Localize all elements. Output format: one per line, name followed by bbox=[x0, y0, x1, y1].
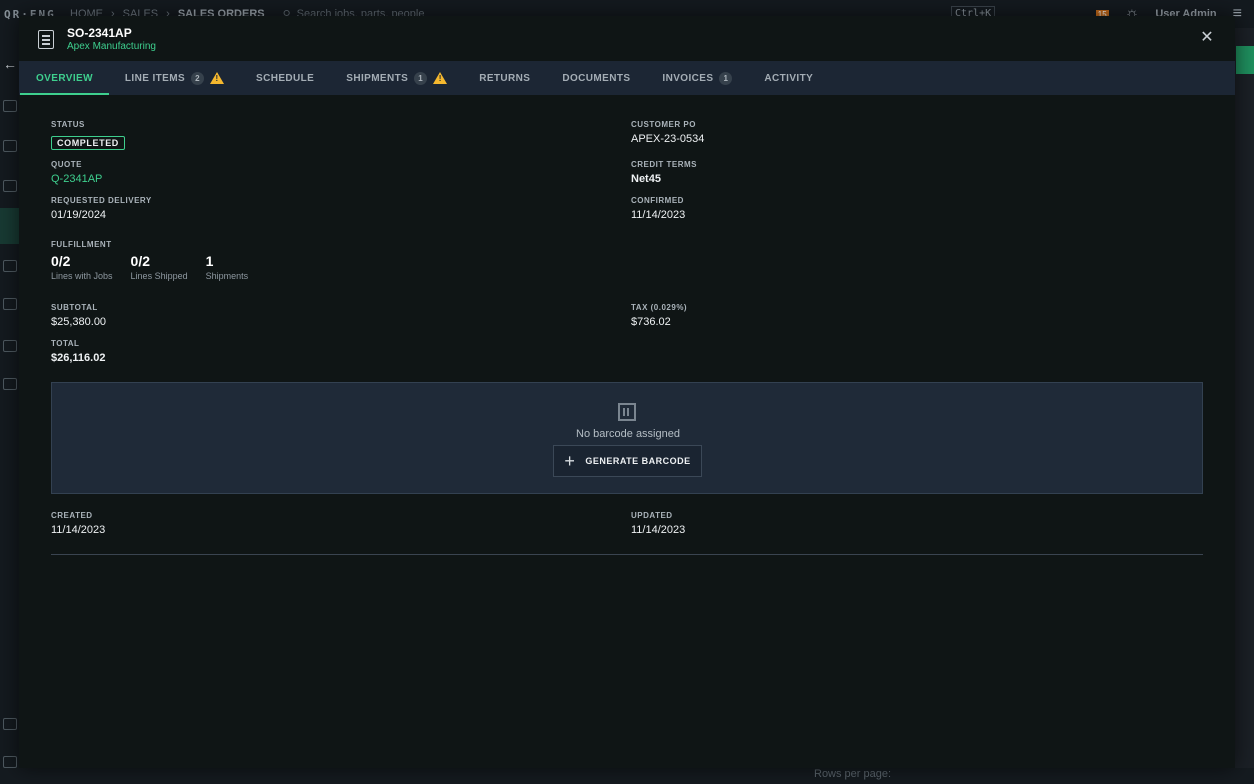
fulfillment-field: FULFILLMENT 0/2 Lines with Jobs 0/2 Line… bbox=[51, 240, 248, 281]
tab-documents[interactable]: DOCUMENTS bbox=[546, 61, 646, 95]
total-label: TOTAL bbox=[51, 339, 80, 348]
created-value: 11/14/2023 bbox=[51, 524, 106, 536]
tab-label: RETURNS bbox=[479, 72, 531, 84]
updated-label: UPDATED bbox=[631, 511, 673, 520]
warning-icon bbox=[433, 72, 448, 84]
barcode-panel: No barcode assigned + GENERATE BARCODE bbox=[51, 382, 1203, 494]
close-icon[interactable]: ✕ bbox=[1199, 30, 1215, 46]
subtotal-label: SUBTOTAL bbox=[51, 303, 98, 312]
tab-count-badge: 1 bbox=[719, 71, 733, 85]
tab-invoices[interactable]: INVOICES 1 bbox=[646, 61, 748, 95]
background-primary-button[interactable] bbox=[1236, 46, 1254, 74]
modal-title: SO-2341AP bbox=[67, 26, 132, 40]
subtotal-field: SUBTOTAL $25,380.00 bbox=[51, 303, 106, 328]
updated-field: UPDATED 11/14/2023 bbox=[631, 511, 685, 536]
stat-lines-shipped: 0/2 Lines Shipped bbox=[131, 253, 188, 281]
store-icon[interactable] bbox=[3, 718, 17, 730]
customer-po-label: CUSTOMER PO bbox=[631, 120, 696, 129]
credit-terms-value: Net45 bbox=[631, 173, 661, 185]
tab-label: DOCUMENTS bbox=[562, 72, 631, 84]
back-arrow-icon[interactable]: ← bbox=[3, 57, 17, 71]
tab-activity[interactable]: ACTIVITY bbox=[748, 61, 829, 95]
requested-delivery-value: 01/19/2024 bbox=[51, 209, 107, 221]
tab-label: OVERVIEW bbox=[36, 72, 93, 84]
fulfillment-stats: 0/2 Lines with Jobs 0/2 Lines Shipped 1 … bbox=[51, 253, 248, 281]
tab-count-badge: 1 bbox=[414, 71, 428, 85]
tax-value: $736.02 bbox=[631, 316, 671, 328]
tab-count-badge: 2 bbox=[191, 71, 205, 85]
subtotal-value: $25,380.00 bbox=[51, 316, 107, 328]
tab-overview[interactable]: OVERVIEW bbox=[20, 61, 109, 95]
customer-name[interactable]: Apex Manufacturing bbox=[67, 41, 156, 52]
total-value: $26,116.02 bbox=[51, 352, 106, 364]
returns-icon[interactable] bbox=[3, 298, 17, 310]
tab-returns[interactable]: RETURNS bbox=[463, 61, 546, 95]
stat-lines-with-jobs: 0/2 Lines with Jobs bbox=[51, 253, 113, 281]
gear-icon[interactable] bbox=[3, 756, 17, 768]
tab-schedule[interactable]: SCHEDULE bbox=[240, 61, 330, 95]
divider bbox=[51, 554, 1203, 555]
modal-header: SO-2341AP Apex Manufacturing ✕ bbox=[19, 16, 1235, 61]
quote-label: QUOTE bbox=[51, 160, 82, 169]
warning-icon bbox=[210, 72, 225, 84]
document-icon bbox=[38, 30, 54, 49]
pagination-bar: Rows per page: bbox=[0, 768, 1254, 784]
total-field: TOTAL $26,116.02 bbox=[51, 339, 105, 364]
money-icon[interactable] bbox=[3, 378, 17, 390]
cart-icon[interactable] bbox=[0, 208, 20, 244]
modal-tabs: OVERVIEW LINE ITEMS 2 SCHEDULE SHIPMENTS… bbox=[19, 61, 1235, 95]
confirmed-field: CONFIRMED 11/14/2023 bbox=[631, 196, 685, 221]
tab-label: SHIPMENTS bbox=[346, 72, 409, 84]
tab-label: SCHEDULE bbox=[256, 72, 315, 84]
confirmed-value: 11/14/2023 bbox=[631, 209, 686, 221]
credit-terms-label: CREDIT TERMS bbox=[631, 160, 697, 169]
sales-order-modal: SO-2341AP Apex Manufacturing ✕ OVERVIEW … bbox=[19, 16, 1235, 768]
quote-icon[interactable] bbox=[3, 180, 17, 192]
users-icon[interactable] bbox=[3, 100, 17, 112]
tab-label: INVOICES bbox=[662, 72, 714, 84]
status-badge: COMPLETED bbox=[51, 136, 125, 150]
tax-field: TAX (0.029%) $736.02 bbox=[631, 303, 687, 328]
tax-label: TAX (0.029%) bbox=[631, 303, 688, 312]
created-label: CREATED bbox=[51, 511, 93, 520]
stat-value: 1 bbox=[205, 253, 214, 269]
stat-value: 0/2 bbox=[130, 253, 151, 269]
rows-per-page-label: Rows per page: bbox=[814, 768, 892, 780]
customer-po-value: APEX-23-0534 bbox=[631, 133, 705, 145]
customer-po-field: CUSTOMER PO APEX-23-0534 bbox=[631, 120, 704, 145]
tab-line-items[interactable]: LINE ITEMS 2 bbox=[109, 61, 240, 95]
inbox-icon[interactable] bbox=[3, 260, 17, 272]
no-barcode-message: No barcode assigned bbox=[576, 428, 680, 440]
stat-caption: Lines with Jobs bbox=[51, 271, 113, 281]
generate-barcode-button[interactable]: + GENERATE BARCODE bbox=[553, 445, 702, 477]
updated-value: 11/14/2023 bbox=[631, 524, 686, 536]
tab-shipments[interactable]: SHIPMENTS 1 bbox=[330, 61, 463, 95]
status-label: STATUS bbox=[51, 120, 85, 129]
stat-caption: Shipments bbox=[205, 271, 249, 281]
fulfillment-label: FULFILLMENT bbox=[51, 240, 112, 249]
app-sidebar: ← bbox=[0, 28, 20, 784]
generate-barcode-label: GENERATE BARCODE bbox=[585, 456, 691, 466]
requested-delivery-field: REQUESTED DELIVERY 01/19/2024 bbox=[51, 196, 152, 221]
stat-caption: Lines Shipped bbox=[130, 271, 188, 281]
list-icon[interactable] bbox=[3, 340, 17, 352]
tab-label: ACTIVITY bbox=[764, 72, 814, 84]
quote-link[interactable]: Q-2341AP bbox=[51, 173, 102, 185]
credit-terms-field: CREDIT TERMS Net45 bbox=[631, 160, 697, 185]
requested-delivery-label: REQUESTED DELIVERY bbox=[51, 196, 152, 205]
quote-field: QUOTE Q-2341AP bbox=[51, 160, 102, 185]
tab-label: LINE ITEMS bbox=[124, 72, 186, 84]
confirmed-label: CONFIRMED bbox=[631, 196, 684, 205]
created-field: CREATED 11/14/2023 bbox=[51, 511, 105, 536]
status-field: STATUS COMPLETED bbox=[51, 120, 125, 151]
plus-icon: + bbox=[564, 451, 576, 471]
stat-shipments: 1 Shipments bbox=[206, 253, 249, 281]
stat-value: 0/2 bbox=[51, 253, 71, 269]
qr-code-icon bbox=[618, 403, 636, 421]
team-icon[interactable] bbox=[3, 140, 17, 152]
